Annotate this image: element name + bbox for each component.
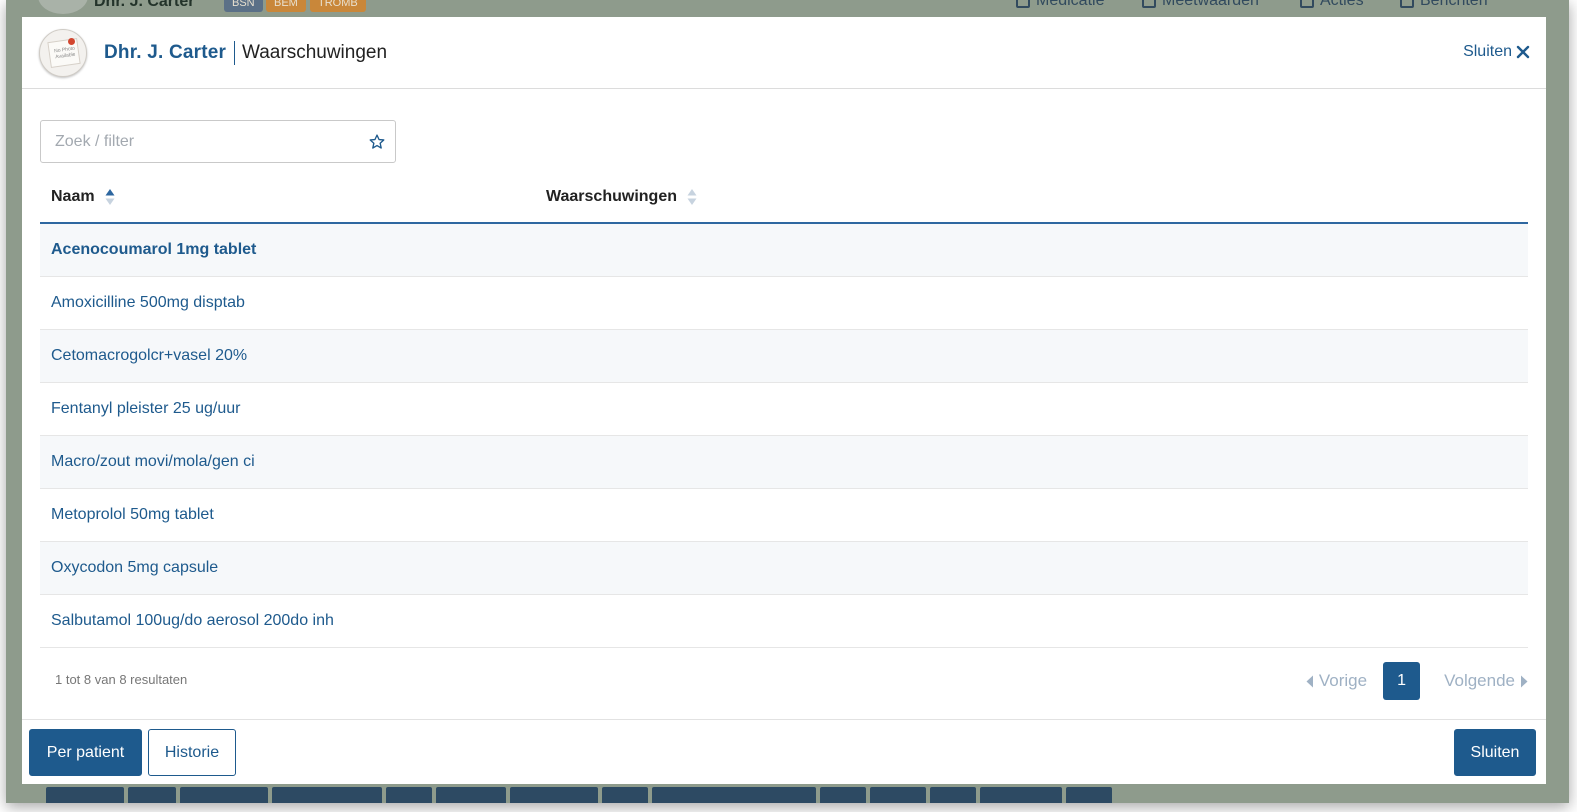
background-nav-label: Medicatie [1036,0,1105,9]
next-page-button[interactable]: Volgende [1444,671,1528,691]
row-naam[interactable]: Oxycodon 5mg capsule [51,559,218,577]
chart-icon [1142,0,1156,8]
row-naam[interactable]: Cetomacrogolcr+vasel 20% [51,347,247,365]
patient-avatar: No Photo Available [39,29,87,77]
warnings-modal: No Photo Available Dhr. J. Carter Waarsc… [22,17,1546,784]
background-toolbar-button [128,787,176,803]
sort-ascending-icon [105,189,115,205]
background-toolbar-button [510,787,598,803]
background-bottom-toolbar [46,787,1112,803]
table-row[interactable]: Macro/zout movi/mola/gen ci [40,436,1528,489]
background-nav-label: Berichten [1420,0,1488,9]
background-toolbar-button [820,787,866,803]
warnings-table: Naam Waarschuwingen Acenocoumarol 1mg ta… [40,173,1528,648]
background-nav-berichten: Berichten [1400,0,1488,10]
table-row[interactable]: Acenocoumarol 1mg tablet [40,224,1528,277]
close-button[interactable]: Sluiten [1454,729,1536,776]
row-naam[interactable]: Metoprolol 50mg tablet [51,506,214,524]
row-naam[interactable]: Salbutamol 100ug/do aerosol 200do inh [51,612,334,630]
background-toolbar-button [930,787,976,803]
historie-button[interactable]: Historie [148,729,236,776]
row-naam[interactable]: Macro/zout movi/mola/gen ci [51,453,255,471]
column-header-naam[interactable]: Naam [51,188,115,206]
table-row[interactable]: Oxycodon 5mg capsule [40,542,1528,595]
background-patient-name: Dhr. J. Carter [94,0,195,10]
header-divider [234,41,235,65]
patient-name[interactable]: Dhr. J. Carter [104,42,226,64]
background-toolbar-button [980,787,1062,803]
background-toolbar-button [46,787,124,803]
close-link-top[interactable]: Sluiten [1463,43,1530,61]
background-nav-acties: Acties [1300,0,1364,10]
medication-icon [1016,0,1030,8]
modal-title: Waarschuwingen [242,42,388,63]
modal-footer: Per patient Historie Sluiten [22,719,1546,784]
background-badge: BEM [266,0,306,12]
background-topbar: Dhr. J. Carter BSN BEM TROMB Medicatie M… [6,0,1569,17]
column-header-label: Naam [51,188,95,205]
table-row[interactable]: Fentanyl pleister 25 ug/uur [40,383,1528,436]
background-nav-label: Meetwaarden [1162,0,1259,9]
background-nav-medicatie: Medicatie [1016,0,1104,10]
table-header: Naam Waarschuwingen [40,173,1528,224]
background-toolbar-button [180,787,268,803]
background-nav-label: Acties [1320,0,1364,9]
caret-left-icon [1306,675,1313,687]
page-number-current[interactable]: 1 [1383,662,1421,700]
pagination: Vorige 1 Volgende [1306,662,1528,700]
caret-right-icon [1521,675,1528,687]
message-icon [1400,0,1414,8]
row-naam[interactable]: Amoxicilline 500mg disptab [51,294,245,312]
background-toolbar-button [652,787,816,803]
search-box [40,120,396,163]
per-patient-button[interactable]: Per patient [29,729,142,776]
background-toolbar-button [272,787,382,803]
table-row[interactable]: Salbutamol 100ug/do aerosol 200do inh [40,595,1528,648]
row-naam[interactable]: Acenocoumarol 1mg tablet [51,241,256,259]
column-header-waarschuwingen[interactable]: Waarschuwingen [546,188,697,206]
row-naam[interactable]: Fentanyl pleister 25 ug/uur [51,400,240,418]
background-toolbar-button [436,787,506,803]
previous-page-button[interactable]: Vorige [1306,671,1367,691]
background-toolbar-button [602,787,648,803]
next-page-label: Volgende [1444,671,1515,690]
table-row[interactable]: Cetomacrogolcr+vasel 20% [40,330,1528,383]
previous-page-label: Vorige [1318,671,1368,690]
checkbox-icon [1300,0,1314,8]
background-toolbar-button [386,787,432,803]
app-window: Dhr. J. Carter BSN BEM TROMB Medicatie M… [6,0,1569,803]
modal-header: No Photo Available Dhr. J. Carter Waarsc… [22,17,1546,89]
column-header-label: Waarschuwingen [546,188,677,205]
result-summary: 1 tot 8 van 8 resultaten [55,672,188,687]
background-avatar [38,0,88,14]
sort-icon [687,189,697,205]
background-nav-meetwaarden: Meetwaarden [1142,0,1259,10]
table-row[interactable]: Metoprolol 50mg tablet [40,489,1528,542]
table-body: Acenocoumarol 1mg tablet Amoxicilline 50… [40,224,1528,648]
background-toolbar-button [1066,787,1112,803]
background-badge: TROMB [310,0,366,12]
background-badge: BSN [224,0,263,12]
table-row[interactable]: Amoxicilline 500mg disptab [40,277,1528,330]
search-input[interactable] [41,121,361,162]
star-icon[interactable] [368,133,386,151]
close-icon [1516,45,1530,59]
background-toolbar-button [870,787,926,803]
close-link-label: Sluiten [1463,43,1512,60]
pin-icon [68,38,75,45]
